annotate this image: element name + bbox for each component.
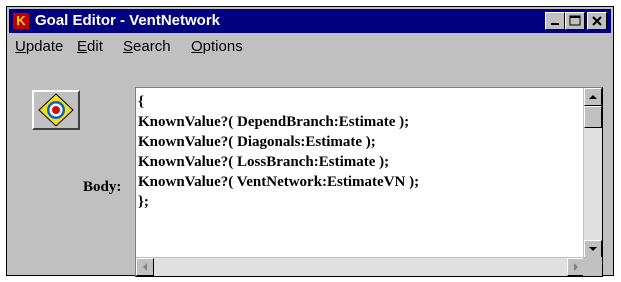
minimize-button[interactable] [545,12,565,30]
title-bar[interactable]: K Goal Editor - VentNetwork [9,9,611,33]
goal-button[interactable] [32,90,80,130]
menu-options-mnemonic: O [191,38,203,55]
code-line: }; [138,194,149,210]
menu-search-mnemonic: S [123,38,134,55]
scroll-up-button[interactable] [584,88,602,106]
arrow-up-icon [589,95,597,99]
code-line: KnownValue?( LossBranch:Estimate ); [138,154,390,170]
menu-options-label: ptions [202,38,243,55]
body-label: Body: [83,179,122,195]
menu-edit-label: dit [87,38,103,55]
vertical-scrollbar[interactable] [583,88,602,258]
body-code[interactable]: { KnownValue?( DependBranch:Estimate ); Kn… [138,92,419,212]
arrow-left-icon [143,263,147,271]
target-icon [38,93,74,127]
vertical-scroll-thumb[interactable] [584,106,602,128]
app-icon: K [13,13,29,29]
maximize-icon [569,15,581,26]
code-line: KnownValue?( Diagonals:Estimate ); [138,134,376,150]
code-line: KnownValue?( DependBranch:Estimate ); [138,114,410,130]
body-editor[interactable]: { KnownValue?( DependBranch:Estimate ); Kn… [135,87,603,277]
menu-search[interactable]: Search [123,38,171,55]
menu-edit[interactable]: Edit [77,38,103,55]
horizontal-scrollbar[interactable] [136,257,585,276]
menu-update[interactable]: Update [15,38,63,55]
scrollbar-corner [583,257,602,276]
maximize-button[interactable] [565,12,585,30]
goal-editor-window: K Goal Editor - VentNetwork Update Edit … [6,6,614,277]
code-line: { [138,94,144,110]
arrow-down-icon [589,247,597,251]
close-icon [592,16,602,26]
menu-edit-mnemonic: E [77,38,88,55]
arrow-right-icon [574,263,578,271]
scroll-left-button[interactable] [136,258,154,276]
menu-search-label: earch [133,38,171,55]
menu-update-label: pdate [25,38,64,55]
scroll-down-button[interactable] [584,240,602,258]
close-button[interactable] [587,12,607,30]
menu-update-mnemonic: U [15,38,26,55]
minimize-icon [551,23,559,25]
menu-options[interactable]: Options [191,38,243,55]
window-title: Goal Editor - VentNetwork [35,12,221,29]
code-line: KnownValue?( VentNetwork:EstimateVN ); [138,174,420,190]
